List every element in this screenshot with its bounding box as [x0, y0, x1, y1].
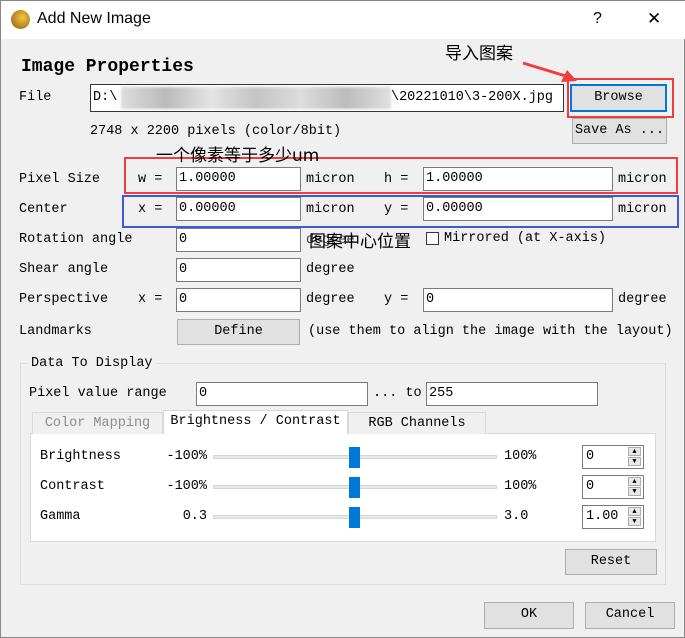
row-label: Contrast — [40, 479, 105, 494]
annotation-import: 导入图案 — [445, 44, 513, 64]
tab-color-mapping[interactable]: Color Mapping — [32, 412, 163, 434]
tab-brightness-contrast[interactable]: Brightness / Contrast — [163, 410, 348, 434]
row-label: Brightness — [40, 449, 122, 464]
annotation-arrow-icon — [522, 61, 577, 82]
group-title: Data To Display — [28, 356, 156, 372]
path-prefix: D:\ — [93, 90, 118, 105]
section-title: Image Properties — [21, 57, 194, 77]
slider-handle[interactable] — [349, 507, 360, 528]
window-title: Add New Image — [37, 10, 151, 27]
cancel-button[interactable]: Cancel — [585, 602, 675, 629]
path-suffix: \20221010\3-200X.jpg — [390, 90, 553, 105]
mirrored-label: Mirrored (at X-axis) — [444, 231, 607, 246]
spin-down-icon[interactable]: ▼ — [628, 487, 641, 496]
spinbox-value: 0 — [586, 479, 595, 494]
landmarks-label: Landmarks — [19, 324, 92, 339]
row-min-label: -100% — [166, 479, 207, 494]
perspective-x-unit: degree — [306, 292, 355, 307]
shear-unit: degree — [306, 262, 355, 277]
annotation-blue-box-center — [122, 195, 679, 228]
row-spinbox[interactable]: 1.00 ▲ ▼ — [582, 505, 644, 529]
spinbox-value: 0 — [586, 449, 595, 464]
spinbox-value: 1.00 — [586, 509, 619, 524]
file-label: File — [19, 90, 52, 105]
perspective-x-label: x = — [138, 292, 163, 307]
perspective-label: Perspective — [19, 292, 109, 307]
row-max-label: 100% — [504, 479, 537, 494]
slider-handle[interactable] — [349, 447, 360, 468]
help-button[interactable]: ? — [593, 10, 602, 28]
blurred-path — [121, 87, 391, 109]
perspective-y-unit: degree — [618, 292, 667, 307]
slider-handle[interactable] — [349, 477, 360, 498]
spin-down-icon[interactable]: ▼ — [628, 457, 641, 466]
image-info: 2748 x 2200 pixels (color/8bit) — [90, 124, 342, 139]
rotation-input[interactable]: 0 — [176, 228, 301, 252]
perspective-y-input[interactable]: 0 — [423, 288, 613, 312]
annotation-center: 图案中心位置 — [309, 232, 411, 252]
rotation-label: Rotation angle — [19, 232, 133, 247]
range-label: Pixel value range — [29, 386, 167, 401]
row-max-label: 100% — [504, 449, 537, 464]
save-as-button[interactable]: Save As ... — [572, 118, 667, 144]
reset-button[interactable]: Reset — [565, 549, 657, 575]
shear-label: Shear angle — [19, 262, 109, 277]
range-to-input[interactable]: 255 — [426, 382, 598, 406]
define-button[interactable]: Define — [177, 319, 300, 345]
tab-rgb-channels[interactable]: RGB Channels — [348, 412, 486, 434]
row-min-label: -100% — [166, 449, 207, 464]
center-label: Center — [19, 202, 68, 217]
row-min-label: 0.3 — [182, 509, 207, 524]
row-spinbox[interactable]: 0 ▲ ▼ — [582, 475, 644, 499]
spin-up-icon[interactable]: ▲ — [628, 447, 641, 456]
perspective-x-input[interactable]: 0 — [176, 288, 301, 312]
pixel-size-label: Pixel Size — [19, 172, 101, 187]
mirrored-checkbox[interactable] — [426, 232, 439, 245]
spin-down-icon[interactable]: ▼ — [628, 517, 641, 526]
range-from-input[interactable]: 0 — [196, 382, 368, 406]
row-max-label: 3.0 — [504, 509, 529, 524]
perspective-y-label: y = — [384, 292, 409, 307]
file-path-input[interactable]: D:\ \20221010\3-200X.jpg — [90, 84, 564, 112]
annotation-pixel: 一个像素等于多少um — [156, 146, 320, 166]
range-to-label: ... to — [373, 386, 422, 401]
app-logo-icon — [11, 10, 30, 29]
ok-button[interactable]: OK — [484, 602, 574, 629]
spin-up-icon[interactable]: ▲ — [628, 477, 641, 486]
row-spinbox[interactable]: 0 ▲ ▼ — [582, 445, 644, 469]
row-label: Gamma — [40, 509, 81, 524]
landmarks-hint: (use them to align the image with the la… — [308, 324, 673, 339]
close-icon[interactable]: ✕ — [647, 9, 661, 29]
shear-input[interactable]: 0 — [176, 258, 301, 282]
spin-up-icon[interactable]: ▲ — [628, 507, 641, 516]
